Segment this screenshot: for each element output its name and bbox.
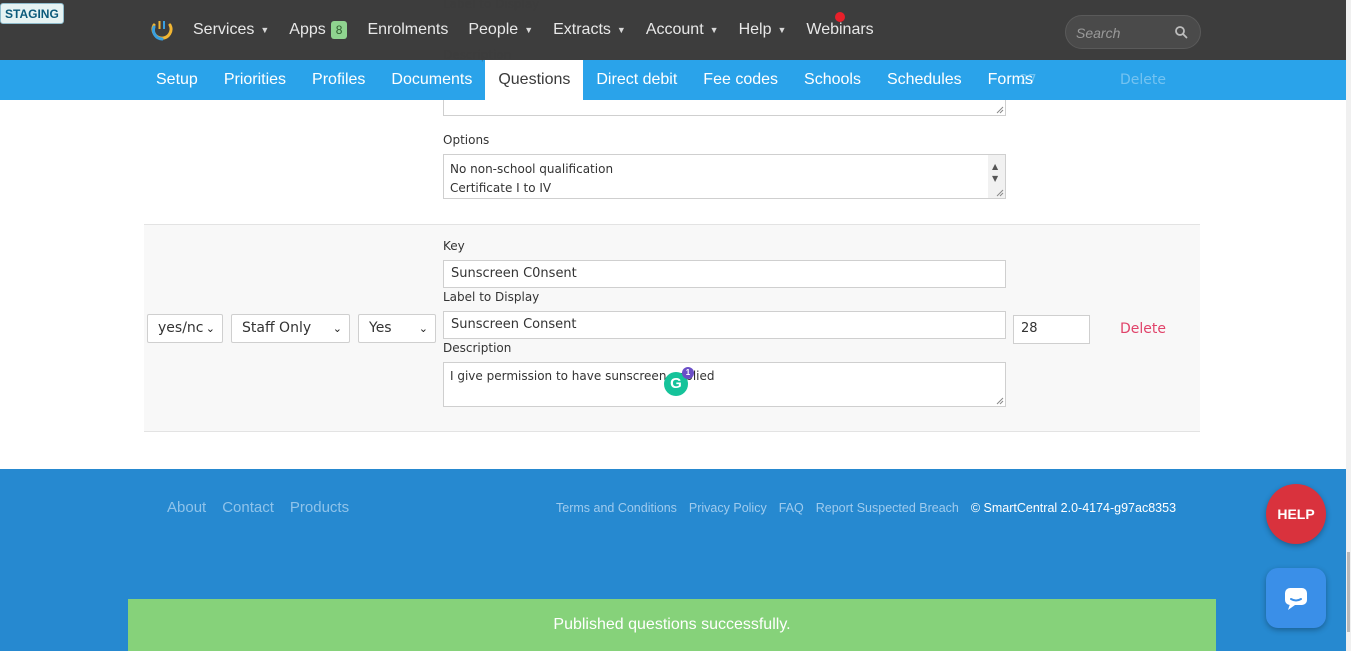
success-toast: Published questions successfully. <box>128 599 1216 651</box>
tab-direct-debit[interactable]: Direct debit <box>583 60 690 100</box>
question-row: yes/nc ⌄ Staff Only ⌄ Yes ⌄ Key Sunscree… <box>144 224 1200 432</box>
resize-handle-icon[interactable] <box>995 396 1004 405</box>
caret-down-icon: ▼ <box>777 25 787 35</box>
chevron-down-icon: ⌄ <box>205 322 215 335</box>
key-label: Key <box>443 239 465 253</box>
questions-list: Options No non-school qualification Cert… <box>0 100 1346 469</box>
main-nav: Services ▼ Apps 8 Enrolments People ▼ Extra… <box>193 0 894 60</box>
nav-apps-label: Apps <box>289 21 326 38</box>
visibility-select[interactable]: Staff Only ⌄ <box>231 314 350 343</box>
description-label: Description <box>443 341 512 355</box>
chevron-down-icon: ⌄ <box>332 322 342 335</box>
footer-terms-link[interactable]: Terms and Conditions <box>556 501 677 515</box>
top-navbar: STAGING Services ▼ Apps 8 Enrolments Peopl… <box>0 0 1346 60</box>
delete-link[interactable]: Delete <box>1120 321 1166 337</box>
footer-faq-link[interactable]: FAQ <box>779 501 804 515</box>
caret-down-icon: ▼ <box>524 25 534 35</box>
footer-privacy-link[interactable]: Privacy Policy <box>689 501 767 515</box>
nav-services-label: Services <box>193 21 255 38</box>
option-line: No non-school qualification <box>450 162 614 176</box>
footer-products-link[interactable]: Products <box>290 499 349 516</box>
nav-extracts-label: Extracts <box>553 21 611 38</box>
scroll-down-icon[interactable]: ▼ <box>992 169 998 188</box>
tab-schedules[interactable]: Schedules <box>874 60 975 100</box>
nav-people-label: People <box>468 21 519 38</box>
required-select[interactable]: Yes ⌄ <box>358 314 436 343</box>
search-input[interactable] <box>1076 23 1171 43</box>
scrolled-order-number: 27 <box>1020 73 1037 88</box>
nav-enrolments[interactable]: Enrolments <box>367 21 448 39</box>
tab-fee-codes[interactable]: Fee codes <box>690 60 791 100</box>
logo-icon[interactable] <box>150 18 174 42</box>
label-to-display-input[interactable]: Sunscreen Consent <box>443 311 1006 339</box>
footer-breach-link[interactable]: Report Suspected Breach <box>816 501 959 515</box>
caret-down-icon: ▼ <box>616 25 626 35</box>
nav-enrolments-label: Enrolments <box>367 21 449 38</box>
chat-icon <box>1285 588 1307 610</box>
type-select[interactable]: yes/nc ⌄ <box>147 314 223 343</box>
nav-help-label: Help <box>738 21 772 38</box>
nav-services[interactable]: Services ▼ <box>193 21 269 39</box>
nav-account-label: Account <box>645 21 704 38</box>
footer-about-link[interactable]: About <box>167 499 206 516</box>
required-select-value: Yes <box>369 320 392 336</box>
key-input[interactable]: Sunscreen C0nsent <box>443 260 1006 288</box>
options-label: Options <box>443 133 490 147</box>
caret-down-icon: ▼ <box>709 25 719 35</box>
resize-handle-icon[interactable] <box>995 105 1004 114</box>
tab-setup[interactable]: Setup <box>143 60 211 100</box>
scrolled-delete-link: Delete <box>1120 72 1166 88</box>
search-box <box>1065 15 1201 49</box>
footer-contact-link[interactable]: Contact <box>222 499 274 516</box>
tab-profiles[interactable]: Profiles <box>299 60 378 100</box>
footer-right-links: Terms and Conditions Privacy Policy FAQ … <box>556 501 1188 515</box>
description-textarea-prev[interactable] <box>443 100 1006 116</box>
footer-left-links: About Contact Products <box>167 499 365 516</box>
description-textarea[interactable]: I give permission to have sunscreen appl… <box>443 362 1006 407</box>
grammarly-icon[interactable]: G1 <box>664 367 694 396</box>
nav-webinars[interactable]: Webinars <box>806 21 873 39</box>
type-select-value: yes/nc <box>158 320 204 336</box>
visibility-select-value: Staff Only <box>242 320 312 336</box>
nav-apps[interactable]: Apps 8 <box>289 21 348 39</box>
label-to-display-label: Label to Display <box>443 290 540 304</box>
caret-down-icon: ▼ <box>260 25 270 35</box>
nav-account[interactable]: Account ▼ <box>646 21 719 39</box>
scrolled-label-to-display: Label to Display <box>443 0 540 11</box>
app-root: STAGING Services ▼ Apps 8 Enrolments Peopl… <box>0 0 1351 651</box>
tab-documents[interactable]: Documents <box>378 60 485 100</box>
staging-badge: STAGING <box>0 3 64 24</box>
options-textarea[interactable]: No non-school qualification Certificate … <box>443 154 1006 199</box>
search-icon[interactable] <box>1174 25 1188 39</box>
apps-count-badge: 8 <box>330 21 348 39</box>
tab-priorities[interactable]: Priorities <box>211 60 299 100</box>
nav-extracts[interactable]: Extracts ▼ <box>553 21 626 39</box>
help-button[interactable]: HELP <box>1266 484 1326 544</box>
grammarly-count-badge: 1 <box>682 367 694 379</box>
resize-handle-icon[interactable] <box>995 188 1004 197</box>
page-scroll-thumb[interactable] <box>1347 552 1350 632</box>
footer-copyright: © SmartCentral 2.0-4174-g97ac8353 <box>970 501 1177 515</box>
chevron-down-icon: ⌄ <box>418 322 428 335</box>
nav-people[interactable]: People ▼ <box>468 21 533 39</box>
nav-webinars-label: Webinars <box>806 21 874 38</box>
tab-schools[interactable]: Schools <box>791 60 874 100</box>
scrolled-description-label: Description <box>443 48 512 62</box>
chat-button[interactable] <box>1266 568 1326 628</box>
option-line: Certificate I to IV <box>450 181 552 195</box>
order-input[interactable]: 28 <box>1013 315 1090 344</box>
tab-questions[interactable]: Questions <box>485 60 584 100</box>
nav-help[interactable]: Help ▼ <box>739 21 787 39</box>
notification-dot <box>835 12 845 22</box>
